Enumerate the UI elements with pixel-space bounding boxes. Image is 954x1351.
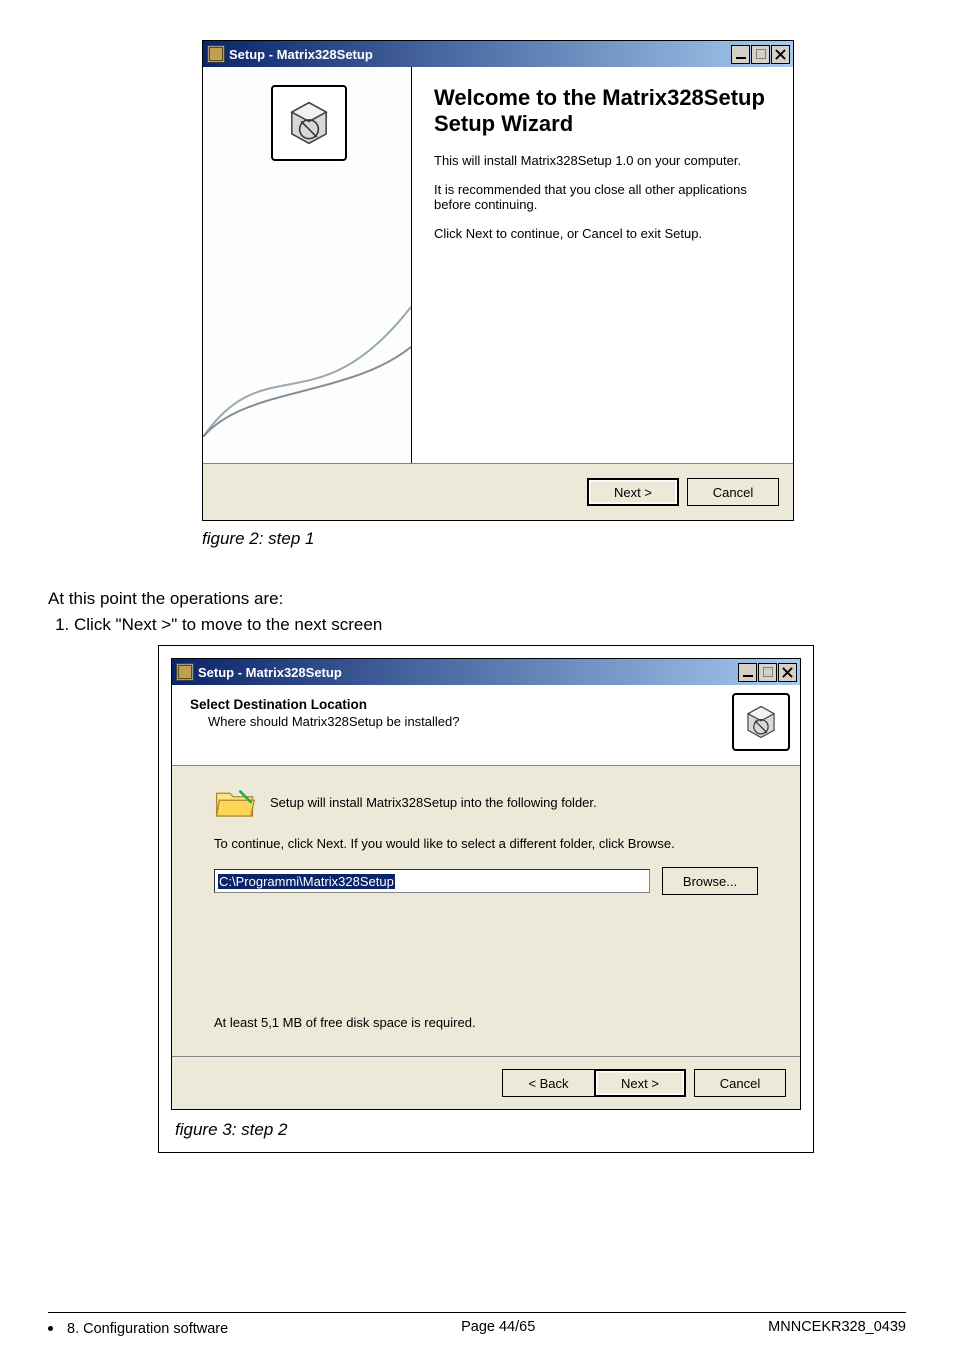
- page-footer: 8. Configuration software Page 44/65 MNN…: [48, 1312, 906, 1337]
- install-path-field[interactable]: C:\Programmi\Matrix328Setup: [214, 869, 650, 893]
- figure-3-caption: figure 3: step 2: [175, 1120, 801, 1140]
- wizard-text-2: It is recommended that you close all oth…: [434, 182, 771, 212]
- browse-button[interactable]: Browse...: [662, 867, 758, 895]
- folder-icon: [214, 784, 256, 820]
- minimize-button[interactable]: [731, 45, 750, 64]
- cancel-button[interactable]: Cancel: [694, 1069, 786, 1097]
- wizard-header-title: Select Destination Location: [190, 697, 732, 712]
- close-button[interactable]: [778, 663, 797, 682]
- maximize-button: [751, 45, 770, 64]
- wizard-text-line2: To continue, click Next. If you would li…: [214, 836, 758, 851]
- figure-2-caption: figure 2: step 1: [202, 529, 794, 549]
- body-paragraph: At this point the operations are:: [48, 589, 906, 609]
- titlebar: Setup - Matrix328Setup: [172, 659, 800, 685]
- back-button[interactable]: < Back: [502, 1069, 594, 1097]
- sidebar-decoration: [203, 237, 411, 437]
- cancel-button[interactable]: Cancel: [687, 478, 779, 506]
- bullet-icon: [48, 1326, 53, 1331]
- step-list: Click "Next >" to move to the next scree…: [48, 615, 906, 635]
- window-icon: [176, 663, 194, 681]
- close-icon: [775, 49, 786, 60]
- install-path-value: C:\Programmi\Matrix328Setup: [218, 874, 395, 889]
- setup-wizard-destination-dialog: Setup - Matrix328Setup Select Destinatio…: [171, 658, 801, 1110]
- installer-box-icon: [271, 85, 347, 161]
- window-title: Setup - Matrix328Setup: [229, 47, 730, 62]
- setup-wizard-welcome-dialog: Setup - Matrix328Setup: [202, 40, 794, 521]
- footer-doc: MNNCEKR328_0439: [768, 1319, 906, 1335]
- wizard-header-bar: Select Destination Location Where should…: [172, 685, 800, 766]
- window-title: Setup - Matrix328Setup: [198, 665, 737, 680]
- window-icon: [207, 45, 225, 63]
- close-button[interactable]: [771, 45, 790, 64]
- close-icon: [782, 667, 793, 678]
- maximize-button: [758, 663, 777, 682]
- wizard-header-subtitle: Where should Matrix328Setup be installed…: [190, 714, 732, 729]
- wizard-footer: < Back Next > Cancel: [172, 1056, 800, 1109]
- minimize-button[interactable]: [738, 663, 757, 682]
- footer-page: Page 44/65: [461, 1319, 535, 1335]
- wizard-text-line1: Setup will install Matrix328Setup into t…: [270, 795, 597, 810]
- wizard-sidebar-image: [203, 67, 412, 463]
- wizard-footer: Next > Cancel: [203, 463, 793, 520]
- wizard-text-3: Click Next to continue, or Cancel to exi…: [434, 226, 771, 241]
- figure-3-frame: Setup - Matrix328Setup Select Destinatio…: [158, 645, 814, 1153]
- disk-space-requirement: At least 5,1 MB of free disk space is re…: [214, 1015, 758, 1030]
- step-list-item: Click "Next >" to move to the next scree…: [74, 615, 906, 635]
- installer-box-icon: [732, 693, 790, 751]
- footer-section: 8. Configuration software: [67, 1321, 228, 1337]
- titlebar: Setup - Matrix328Setup: [203, 41, 793, 67]
- next-button[interactable]: Next >: [587, 478, 679, 506]
- next-button[interactable]: Next >: [594, 1069, 686, 1097]
- wizard-heading: Welcome to the Matrix328Setup Setup Wiza…: [434, 85, 771, 137]
- wizard-text-1: This will install Matrix328Setup 1.0 on …: [434, 153, 771, 168]
